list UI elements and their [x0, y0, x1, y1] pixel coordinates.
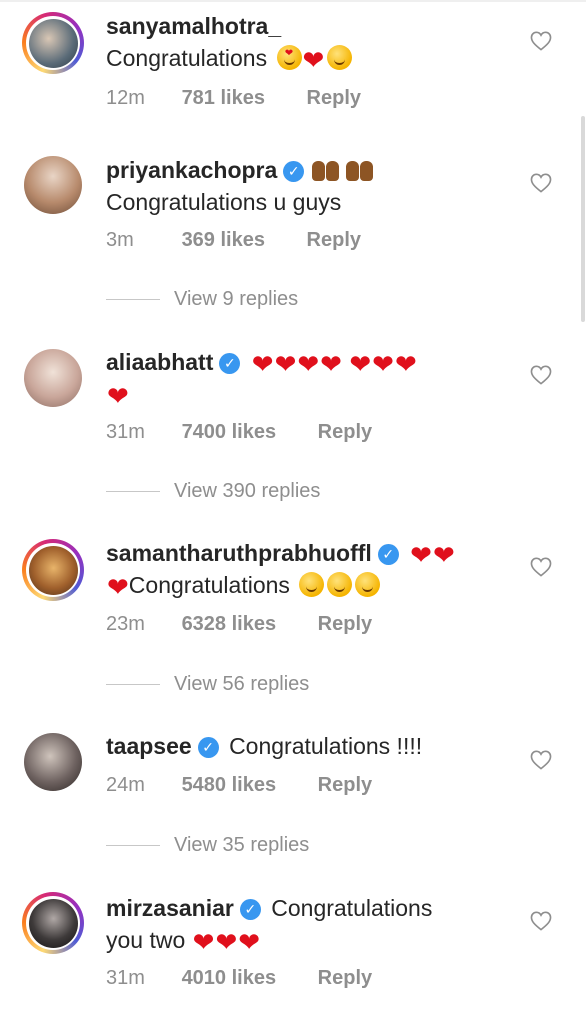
heart-outline-icon[interactable] [530, 911, 552, 931]
comment-meta: 3m 369 likes Reply [106, 227, 361, 253]
avatar[interactable] [22, 154, 84, 216]
view-replies-button[interactable]: View 9 replies [106, 284, 298, 314]
comment-text: mirzasaniar ✓ Congratulations you two ❤❤❤ [106, 892, 526, 956]
comment-body: Congratulations [128, 572, 290, 598]
comment-body: Congratulations [106, 45, 268, 71]
comment-body: Congratulations !!!! [229, 733, 423, 759]
heart-eyes-emoji-icon: ❤ [276, 45, 302, 70]
heart-outline-icon[interactable] [530, 557, 552, 577]
heart-emoji-icon: ❤ [432, 540, 455, 570]
hugging-face-emoji-icon [299, 572, 325, 597]
comment-meta: 23m 6328 likes Reply [106, 611, 372, 637]
comment-meta: 31m 7400 likes Reply [106, 419, 372, 445]
heart-emoji-icon: ❤ [238, 927, 261, 957]
replies-divider [106, 298, 160, 300]
reply-button[interactable]: Reply [318, 419, 372, 445]
replies-divider [106, 683, 160, 685]
comment-likes[interactable]: 4010 likes [182, 965, 277, 991]
verified-badge-icon: ✓ [197, 737, 219, 758]
comment-time: 24m [106, 774, 145, 796]
scrollbar[interactable] [581, 116, 585, 322]
replies-divider [106, 844, 160, 846]
verified-badge-icon: ✓ [283, 161, 305, 182]
comment-body: you two [106, 927, 186, 953]
comment-body: Congratulations u guys [106, 189, 342, 215]
view-replies-label[interactable]: View 9 replies [174, 288, 298, 311]
heart-emoji-icon: ❤ [349, 349, 372, 379]
comment-likes[interactable]: 5480 likes [182, 772, 277, 798]
comment-username[interactable]: sanyamalhotra_ [106, 13, 281, 39]
heart-emoji-icon: ❤ [372, 349, 394, 379]
comment-username[interactable]: mirzasaniar [106, 895, 234, 921]
heart-outline-icon[interactable] [530, 173, 552, 193]
replies-divider [106, 490, 160, 492]
heart-emoji-icon: ❤ [410, 540, 432, 570]
heart-outline-icon[interactable] [530, 31, 552, 51]
reply-button[interactable]: Reply [307, 85, 361, 111]
avatar[interactable] [22, 347, 84, 409]
verified-badge-icon: ✓ [377, 544, 399, 565]
reply-button[interactable]: Reply [318, 965, 372, 991]
heart-emoji-icon: ❤ [274, 349, 297, 379]
avatar[interactable] [22, 731, 84, 793]
comment-text: sanyamalhotra_ Congratulations ❤ ❤ [106, 10, 526, 74]
heart-emoji-icon: ❤ [251, 349, 274, 379]
heart-emoji-icon: ❤ [302, 45, 325, 75]
comment-meta: 31m 4010 likes Reply [106, 965, 372, 991]
comment-time: 3m [106, 229, 134, 251]
comment-time: 23m [106, 613, 145, 635]
comment-body: Congratulations [271, 895, 433, 921]
avatar[interactable] [22, 12, 84, 74]
heart-emoji-icon: ❤ [394, 349, 417, 379]
raising-hands-emoji-icon [344, 155, 376, 181]
reply-button[interactable]: Reply [318, 611, 372, 637]
top-divider [0, 0, 586, 2]
party-face-emoji-icon [327, 45, 353, 70]
view-replies-button[interactable]: View 390 replies [106, 476, 320, 506]
comment-likes[interactable]: 7400 likes [182, 419, 277, 445]
comment-likes[interactable]: 369 likes [182, 227, 265, 253]
heart-emoji-icon: ❤ [215, 927, 238, 957]
heart-outline-icon[interactable] [530, 365, 552, 385]
comment-text: aliaabhatt ✓ ❤❤❤❤ ❤❤❤ ❤ [106, 346, 526, 410]
hugging-face-emoji-icon [355, 572, 381, 597]
avatar[interactable] [22, 539, 84, 601]
verified-badge-icon: ✓ [239, 899, 261, 920]
comment-username[interactable]: taapsee [106, 733, 192, 759]
reply-button[interactable]: Reply [307, 227, 361, 253]
view-replies-label[interactable]: View 56 replies [174, 673, 309, 696]
comment-username[interactable]: samantharuthprabhuoffl [106, 540, 372, 566]
view-replies-label[interactable]: View 35 replies [174, 834, 309, 857]
comment-likes[interactable]: 6328 likes [182, 611, 277, 637]
comment-meta: 24m 5480 likes Reply [106, 772, 372, 798]
comment-username[interactable]: aliaabhatt [106, 349, 213, 375]
raising-hands-emoji-icon [310, 155, 342, 181]
heart-outline-icon[interactable] [530, 750, 552, 770]
comment-text: taapsee ✓ Congratulations !!!! [106, 730, 526, 762]
reply-button[interactable]: Reply [318, 772, 372, 798]
heart-emoji-icon: ❤ [107, 381, 129, 411]
heart-emoji-icon: ❤ [107, 572, 129, 602]
view-replies-button[interactable]: View 35 replies [106, 830, 309, 860]
heart-emoji-icon: ❤ [192, 927, 215, 957]
comment-time: 31m [106, 967, 145, 989]
view-replies-button[interactable]: View 56 replies [106, 669, 309, 699]
comment-username[interactable]: priyankachopra [106, 157, 277, 183]
comment-time: 31m [106, 421, 145, 443]
verified-badge-icon: ✓ [219, 353, 241, 374]
avatar[interactable] [22, 892, 84, 954]
comment-likes[interactable]: 781 likes [182, 85, 265, 111]
comment-meta: 12m 781 likes Reply [106, 85, 361, 111]
heart-emoji-icon: ❤ [297, 349, 320, 379]
heart-emoji-icon: ❤ [320, 349, 342, 379]
comment-time: 12m [106, 87, 145, 109]
hugging-face-emoji-icon [327, 572, 353, 597]
comment-text: samantharuthprabhuoffl ✓ ❤❤ ❤Congratulati… [106, 537, 526, 601]
comment-text: priyankachopra ✓ Congratulations u guys [106, 154, 526, 218]
view-replies-label[interactable]: View 390 replies [174, 480, 320, 503]
